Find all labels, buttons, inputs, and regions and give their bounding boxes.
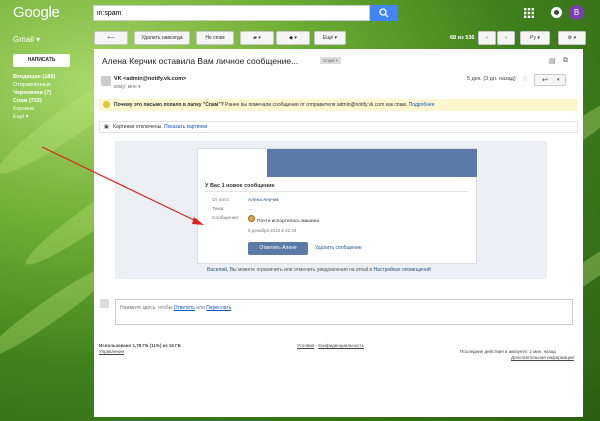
question-icon: [103, 101, 110, 109]
topic-label: Тема:: [212, 207, 225, 212]
divider: [205, 191, 469, 192]
from-value[interactable]: Алена Керчик: [248, 198, 279, 203]
more-label: Ещё: [322, 35, 334, 41]
vk-footer: Василий, Вы можете ограничить или отмени…: [207, 267, 431, 273]
notifications-icon[interactable]: [551, 7, 562, 18]
search-box[interactable]: [93, 5, 370, 21]
reply-or: или: [196, 305, 205, 311]
terms-link[interactable]: Условия: [297, 343, 314, 348]
compose-button[interactable]: НАПИСАТЬ: [13, 54, 70, 67]
images-disabled-bar: ▣ Картинки отключены. Показать картинки: [99, 121, 578, 133]
warning-title: Почему это письмо попало в папку "Спам"?: [114, 102, 224, 108]
user-avatar-small: [100, 299, 109, 308]
last-activity: Последние действия в аккаунте: 2 мин. на…: [460, 349, 556, 354]
chevron-left-icon: ‹: [486, 35, 488, 41]
delete-message-link[interactable]: Удалить сообщение: [315, 245, 362, 251]
sender-avatar: [101, 76, 111, 86]
privacy-link[interactable]: Конфиденциальность: [318, 343, 364, 348]
show-images-link[interactable]: Показать картинки: [164, 124, 207, 130]
back-button[interactable]: ⟵: [94, 31, 128, 45]
image-icon: ▣: [104, 124, 109, 130]
lang-label: Ру: [530, 35, 536, 41]
gear-icon: ⚙ ▾: [567, 35, 577, 41]
sidebar-item-inbox[interactable]: Входящие (185): [13, 74, 55, 80]
input-tools-button[interactable]: Ру ▾: [520, 31, 550, 45]
print-icon[interactable]: ▤: [549, 57, 556, 65]
quick-reply-box[interactable]: Нажмите здесь, чтобы Ответить или Пересл…: [115, 299, 573, 325]
sender-name[interactable]: VK <admin@notify.vk.com>: [114, 76, 186, 82]
email-body: У Вас 1 новое сообщение От кого: Алена К…: [115, 141, 547, 279]
message-value: Почти испортилась машина: [257, 219, 320, 224]
vk-logo-placeholder: [198, 149, 268, 177]
from-label: От кого:: [212, 198, 230, 203]
search-icon: [379, 8, 389, 18]
gmail-menu[interactable]: Gmail ▾: [13, 35, 40, 44]
details-link[interactable]: Дополнительная информация: [511, 355, 574, 360]
footer-links: Условия - Конфиденциальность: [297, 343, 364, 348]
back-arrow-icon: ⟵: [107, 35, 115, 41]
gmail-label: Gmail: [13, 35, 34, 44]
next-page-button[interactable]: ›: [497, 31, 515, 45]
spam-label-text: Спам: [323, 58, 335, 63]
search-button[interactable]: [370, 5, 398, 21]
vk-header-banner: [267, 149, 477, 177]
storage-usage: Использовано 1,78 ГБ (11%) из 15 ГБ: [99, 343, 181, 348]
apps-grid-icon[interactable]: [524, 8, 534, 18]
star-icon[interactable]: ☆: [522, 75, 528, 83]
message-label: Сообщение:: [212, 216, 240, 221]
move-to-button[interactable]: ▰ ▾: [240, 31, 274, 45]
message-subject: Алена Керчик оставила Вам личное сообщен…: [102, 56, 299, 66]
chevron-down-icon: ▾: [557, 77, 560, 83]
vk-notification-card: У Вас 1 новое сообщение От кого: Алена К…: [197, 148, 477, 264]
delete-forever-button[interactable]: Удалить навсегда: [134, 31, 190, 45]
not-spam-button[interactable]: Не спам: [196, 31, 234, 45]
pager-count: 68 из 536: [450, 35, 475, 41]
reply-icon: ↩: [542, 77, 548, 84]
search-input[interactable]: [94, 6, 370, 21]
sender-photo-icon: [248, 215, 255, 222]
warning-more-link[interactable]: Подробнее: [409, 102, 435, 108]
avatar[interactable]: B: [569, 5, 584, 20]
new-message-heading: У Вас 1 новое сообщение: [205, 183, 275, 189]
new-window-icon[interactable]: ⧉: [563, 57, 568, 65]
sidebar-item-more[interactable]: Ещё ▾: [13, 114, 29, 120]
more-button[interactable]: Ещё ▾: [314, 31, 346, 45]
sidebar-item-sent[interactable]: Отправленные: [13, 82, 51, 88]
recipient-text: кому: мне: [114, 84, 137, 90]
prev-page-button[interactable]: ‹: [478, 31, 496, 45]
message-panel: Алена Керчик оставила Вам личное сообщен…: [94, 49, 583, 417]
topic-value: ...: [248, 207, 252, 212]
reply-prompt: Нажмите здесь, чтобы: [120, 305, 173, 311]
notification-settings-link[interactable]: Настройках оповещений: [373, 267, 430, 273]
message-timestamp: 5 декабря 2016 в 22:44: [248, 228, 297, 233]
recipient-line[interactable]: кому: мне ▾: [114, 84, 141, 90]
top-bar: Google B: [0, 0, 600, 26]
settings-button[interactable]: ⚙ ▾: [558, 31, 586, 45]
vk-footer-text: , Вы можете ограничить или отменить увед…: [226, 267, 373, 273]
reply-button[interactable]: ↩ ▾: [534, 74, 566, 86]
folder-icon: ▰ ▾: [253, 35, 261, 41]
warning-text: Ранее вы помечали сообщения от отправите…: [225, 102, 408, 108]
forward-link[interactable]: Переслать: [206, 305, 231, 311]
spam-warning-banner: Почему это письмо попало в папку "Спам"?…: [99, 99, 578, 111]
chevron-right-icon: ›: [505, 35, 507, 41]
vk-reply-button[interactable]: Ответить Алене: [248, 242, 308, 255]
label-tag-icon: ◆ ▾: [289, 35, 297, 41]
sidebar-item-spam[interactable]: Спам (722): [13, 98, 42, 104]
images-off-text: Картинки отключены.: [113, 124, 163, 130]
labels-button[interactable]: ◆ ▾: [276, 31, 310, 45]
message-date: 5 дек. (3 дн. назад): [467, 76, 516, 82]
reply-link[interactable]: Ответить: [174, 305, 195, 311]
manage-storage-link[interactable]: Управление: [99, 349, 124, 354]
sidebar-item-drafts[interactable]: Черновики (7): [13, 90, 51, 96]
sidebar-item-trash[interactable]: Корзина: [13, 106, 34, 112]
vk-footer-name[interactable]: Василий: [207, 267, 227, 273]
google-logo[interactable]: Google: [13, 4, 60, 21]
spam-label-chip[interactable]: Спам ×: [320, 57, 342, 64]
sidebar-more-label: Ещё: [13, 114, 25, 120]
